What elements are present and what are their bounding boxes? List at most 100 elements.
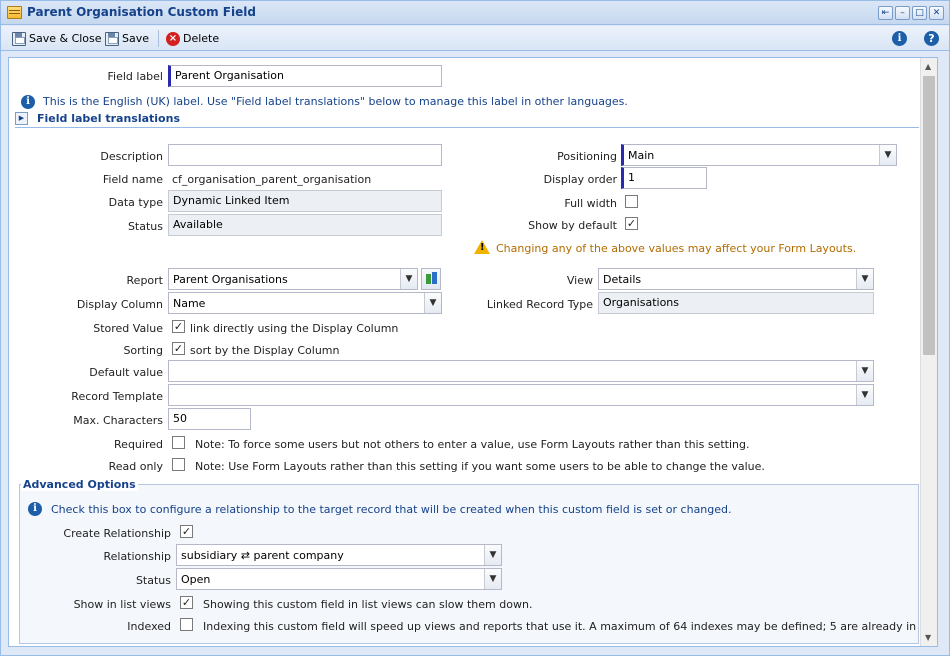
view-value: Details: [603, 273, 642, 286]
scroll-up-icon[interactable]: ▲: [925, 62, 931, 71]
record-template-select[interactable]: ▼: [168, 384, 874, 406]
chevron-down-icon[interactable]: ▼: [484, 569, 501, 589]
sorting-checkbox[interactable]: ✓: [172, 342, 185, 355]
view-select[interactable]: Details ▼: [598, 268, 874, 290]
read-only-checkbox[interactable]: [172, 458, 185, 471]
default-value-label: Default value: [89, 366, 163, 379]
display-column-select[interactable]: Name ▼: [168, 292, 442, 314]
show-in-list-views-checkbox[interactable]: ✓: [180, 596, 193, 609]
window-title: Parent Organisation Custom Field: [27, 5, 256, 19]
required-label: Required: [114, 438, 163, 451]
advanced-options-panel: Advanced Options i Check this box to con…: [19, 478, 937, 644]
chevron-down-icon[interactable]: ▼: [856, 361, 873, 381]
delete-icon: ×: [166, 31, 180, 46]
stored-value-text: link directly using the Display Column: [190, 322, 399, 335]
stored-value-label: Stored Value: [93, 322, 163, 335]
field-label-input[interactable]: Parent Organisation: [168, 65, 442, 87]
report-chart-icon[interactable]: [421, 268, 441, 290]
save-icon: [105, 31, 119, 46]
record-template-label: Record Template: [71, 390, 163, 403]
info-icon: i: [28, 502, 42, 516]
full-width-checkbox[interactable]: [625, 195, 638, 208]
show-in-list-views-label: Show in list views: [73, 598, 171, 611]
show-by-default-label: Show by default: [528, 219, 617, 232]
expand-icon[interactable]: ▶: [15, 112, 28, 125]
translations-section-header[interactable]: ▶ Field label translations: [15, 112, 919, 128]
full-width-label: Full width: [564, 197, 617, 210]
display-column-label: Display Column: [76, 298, 163, 311]
pin-icon[interactable]: ⇤: [878, 6, 893, 20]
info-icon: i: [892, 31, 907, 46]
data-type-field: Dynamic Linked Item: [168, 190, 442, 212]
max-characters-input[interactable]: 50: [168, 408, 251, 430]
required-checkbox[interactable]: [172, 436, 185, 449]
report-select[interactable]: Parent Organisations ▼: [168, 268, 418, 290]
view-label: View: [566, 274, 593, 287]
indexed-checkbox[interactable]: [180, 618, 193, 631]
chevron-down-icon[interactable]: ▼: [856, 385, 873, 405]
sorting-text: sort by the Display Column: [190, 344, 340, 357]
form-panel: Field label Parent Organisation i This i…: [8, 57, 938, 647]
save-close-label: Save & Close: [29, 32, 102, 45]
save-close-button[interactable]: Save & Close: [12, 30, 102, 47]
max-characters-label: Max. Characters: [73, 414, 163, 427]
status-label: Status: [127, 220, 163, 233]
create-relationship-checkbox[interactable]: ✓: [180, 525, 193, 538]
report-value: Parent Organisations: [173, 273, 288, 286]
default-value-select[interactable]: ▼: [168, 360, 874, 382]
maximize-icon[interactable]: □: [912, 6, 927, 20]
linked-record-type-field: Organisations: [598, 292, 874, 314]
delete-button[interactable]: × Delete: [166, 30, 219, 47]
relationship-select[interactable]: subsidiary ⇄ parent company ▼: [176, 544, 502, 566]
display-column-value: Name: [173, 297, 206, 310]
save-button[interactable]: Save: [105, 30, 149, 47]
translations-title: Field label translations: [37, 112, 180, 125]
show-by-default-checkbox[interactable]: ✓: [625, 217, 638, 230]
sorting-label: Sorting: [123, 344, 163, 357]
help-button[interactable]: ?: [924, 30, 939, 47]
toolbar: Save & Close Save × Delete i ?: [1, 26, 949, 51]
display-order-label: Display order: [543, 173, 617, 186]
info-button[interactable]: i: [892, 30, 907, 47]
scrollbar-thumb[interactable]: [923, 76, 935, 355]
title-bar[interactable]: Parent Organisation Custom Field ⇤ – □ ✕: [1, 1, 949, 25]
chevron-down-icon[interactable]: ▼: [484, 545, 501, 565]
advanced-status-label: Status: [135, 574, 171, 587]
advanced-status-value: Open: [181, 573, 211, 586]
layout-warning: Changing any of the above values may aff…: [496, 242, 857, 255]
help-icon: ?: [924, 31, 939, 46]
minimize-icon[interactable]: –: [895, 6, 910, 20]
chevron-down-icon[interactable]: ▼: [424, 293, 441, 313]
positioning-select[interactable]: Main ▼: [621, 144, 897, 166]
relationship-label: Relationship: [103, 550, 171, 563]
report-label: Report: [126, 274, 163, 287]
warning-icon: !: [474, 240, 490, 254]
close-icon[interactable]: ✕: [929, 6, 944, 20]
chevron-down-icon[interactable]: ▼: [856, 269, 873, 289]
vertical-scrollbar[interactable]: ▲ ▼: [920, 58, 937, 646]
show-in-list-views-note: Showing this custom field in list views …: [203, 598, 533, 611]
field-name-label: Field name: [102, 173, 163, 186]
description-label: Description: [100, 150, 163, 163]
read-only-label: Read only: [108, 460, 163, 473]
toolbar-separator: [158, 30, 159, 47]
status-field: Available: [168, 214, 442, 236]
indexed-label: Indexed: [127, 620, 171, 633]
display-order-input[interactable]: 1: [621, 167, 707, 189]
read-only-note: Note: Use Form Layouts rather than this …: [195, 460, 765, 473]
create-relationship-label: Create Relationship: [63, 527, 171, 540]
scroll-down-icon[interactable]: ▼: [925, 633, 931, 642]
advanced-options-title: Advanced Options: [21, 478, 138, 491]
window: Parent Organisation Custom Field ⇤ – □ ✕…: [0, 0, 950, 656]
delete-label: Delete: [183, 32, 220, 45]
linked-record-type-label: Linked Record Type: [486, 298, 593, 311]
stored-value-checkbox[interactable]: ✓: [172, 320, 185, 333]
field-label-label: Field label: [107, 70, 164, 83]
chevron-down-icon[interactable]: ▼: [879, 145, 896, 165]
chevron-down-icon[interactable]: ▼: [400, 269, 417, 289]
required-note: Note: To force some users but not others…: [195, 438, 750, 451]
positioning-value: Main: [628, 149, 655, 162]
advanced-note: Check this box to configure a relationsh…: [51, 503, 732, 516]
description-input[interactable]: [168, 144, 442, 166]
advanced-status-select[interactable]: Open ▼: [176, 568, 502, 590]
